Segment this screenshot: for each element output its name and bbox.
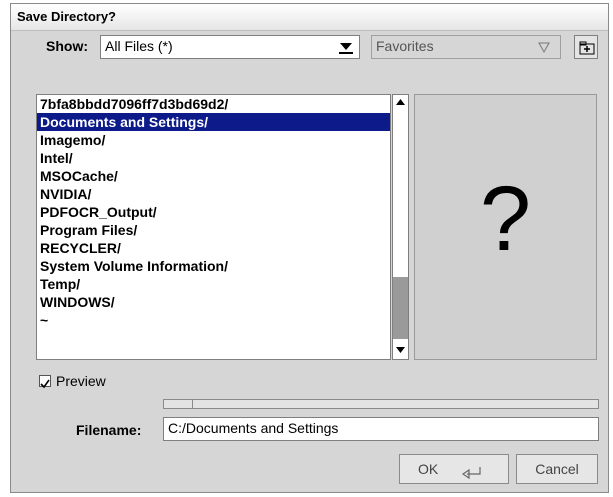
list-item[interactable]: Intel/ xyxy=(37,149,390,167)
dropdown-arrow-icon[interactable] xyxy=(336,37,356,57)
list-item[interactable]: Temp/ xyxy=(37,275,390,293)
list-item[interactable]: Imagemo/ xyxy=(37,131,390,149)
list-scrollbar[interactable] xyxy=(392,94,409,360)
save-directory-dialog: Save Directory? Show: All Files (*) Favo… xyxy=(10,3,609,493)
show-filter-value: All Files (*) xyxy=(105,38,173,54)
preview-label: Preview xyxy=(56,373,106,389)
list-item[interactable]: WINDOWS/ xyxy=(37,293,390,311)
list-item[interactable]: Program Files/ xyxy=(37,221,390,239)
chevron-down-icon xyxy=(536,39,552,58)
title-bar[interactable]: Save Directory? xyxy=(11,4,608,31)
list-item[interactable]: System Volume Information/ xyxy=(37,257,390,275)
dialog-title: Save Directory? xyxy=(17,9,116,24)
list-item[interactable]: 7bfa8bbdd7096ff7d3bd69d2/ xyxy=(37,95,390,113)
scroll-up-icon[interactable] xyxy=(393,95,408,113)
cancel-label: Cancel xyxy=(535,461,579,477)
filename-label: Filename: xyxy=(76,422,142,438)
cancel-button[interactable]: Cancel xyxy=(516,454,598,484)
filename-input[interactable]: C:/Documents and Settings xyxy=(163,417,599,441)
folder-add-icon xyxy=(578,39,596,60)
list-item[interactable]: MSOCache/ xyxy=(37,167,390,185)
preview-checkbox[interactable] xyxy=(39,375,51,389)
directory-list[interactable]: 7bfa8bbdd7096ff7d3bd69d2/ Documents and … xyxy=(36,94,391,360)
list-item[interactable]: NVIDIA/ xyxy=(37,185,390,203)
list-item-selected[interactable]: Documents and Settings/ xyxy=(37,113,390,131)
favorites-dropdown[interactable]: Favorites xyxy=(371,35,561,59)
add-favorite-button[interactable] xyxy=(574,35,598,59)
list-item[interactable]: PDFOCR_Output/ xyxy=(37,203,390,221)
show-filter-combo[interactable]: All Files (*) xyxy=(100,35,360,59)
list-item[interactable]: ~ xyxy=(37,311,390,329)
favorites-label: Favorites xyxy=(376,38,434,54)
splitter-bar[interactable] xyxy=(163,399,599,409)
list-item[interactable]: RECYCLER/ xyxy=(37,239,390,257)
splitter-divider xyxy=(192,400,193,409)
show-label: Show: xyxy=(46,38,88,54)
checkmark-icon xyxy=(40,379,50,389)
preview-placeholder-icon: ? xyxy=(479,168,532,270)
preview-panel: ? xyxy=(414,94,597,360)
filename-value: C:/Documents and Settings xyxy=(168,420,339,436)
ok-label: OK xyxy=(418,461,439,477)
scroll-down-icon[interactable] xyxy=(393,343,408,361)
ok-button[interactable]: OK xyxy=(399,454,509,484)
enter-key-icon xyxy=(461,461,484,489)
scroll-thumb[interactable] xyxy=(393,277,408,339)
